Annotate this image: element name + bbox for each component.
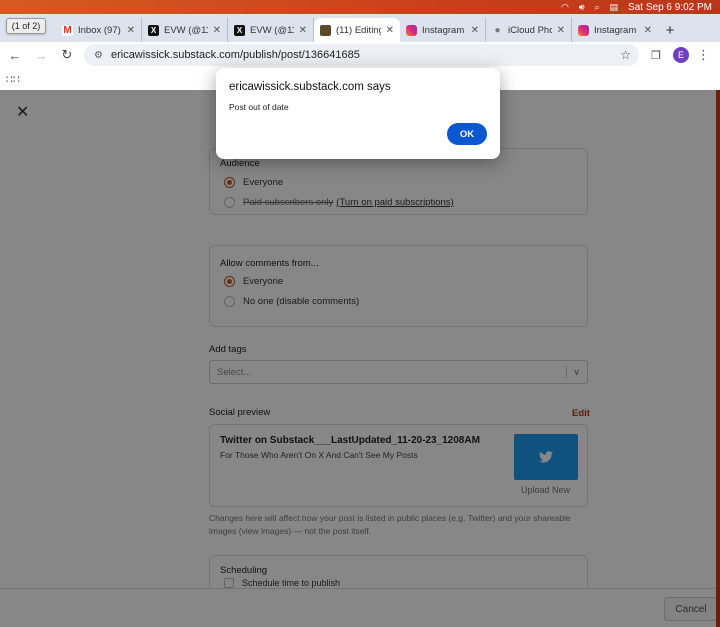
site-info-icon[interactable]: ⚙︎	[94, 50, 103, 61]
tab-counter-badge: (1 of 2)	[6, 18, 46, 34]
modal-overlay	[0, 90, 720, 627]
profile-avatar[interactable]: E	[673, 47, 689, 63]
close-tab-icon[interactable]: ✕	[471, 25, 479, 36]
browser-menu-icon[interactable]: ⋮	[697, 47, 710, 63]
close-tab-icon[interactable]: ✕	[644, 25, 652, 36]
dialog-message: Post out of date	[229, 102, 289, 112]
tab-title: iCloud Phot	[508, 24, 552, 36]
close-tab-icon[interactable]: ✕	[557, 25, 565, 36]
address-bar[interactable]: ⚙︎ ericawissick.substack.com/publish/pos…	[84, 44, 639, 66]
tab-icloud-photos[interactable]: ● iCloud Phot ✕	[486, 18, 572, 42]
volume-icon[interactable]: 🔊︎	[579, 2, 585, 13]
browser-toolbar: ← → ↻ ⚙︎ ericawissick.substack.com/publi…	[0, 42, 720, 68]
x-icon: X	[148, 24, 159, 36]
tab-title: EVW (@110	[164, 24, 208, 36]
apps-grid-icon[interactable]: ∷∷	[6, 73, 20, 86]
alert-dialog: ericawissick.substack.com says Post out …	[216, 68, 500, 159]
substack-icon	[320, 24, 331, 36]
close-tab-icon[interactable]: ✕	[213, 25, 221, 36]
menu-bar-clock[interactable]: Sat Sep 6 9:02 PM	[628, 2, 712, 13]
wifi-icon[interactable]: ◠	[561, 2, 569, 13]
tab-title: (11) Editing	[336, 24, 381, 36]
back-button[interactable]: ←	[6, 46, 24, 64]
tab-x-1[interactable]: X EVW (@110 ✕	[142, 18, 228, 42]
instagram-icon	[406, 24, 417, 36]
tab-title: Instagram	[422, 24, 465, 36]
search-icon[interactable]: ⌕	[594, 2, 599, 13]
close-tab-icon[interactable]: ✕	[299, 25, 307, 36]
control-center-icon[interactable]: ▤	[610, 2, 619, 13]
tab-title: EVW (@110	[250, 24, 294, 36]
x-icon: X	[234, 24, 245, 36]
google-lens-icon[interactable]: ❐	[647, 46, 665, 64]
tab-instagram-2[interactable]: Instagram ✕	[572, 18, 658, 42]
url-text: ericawissick.substack.com/publish/post/1…	[110, 49, 360, 61]
tab-title: Instagram	[594, 24, 637, 36]
dialog-title: ericawissick.substack.com says	[229, 81, 391, 93]
tab-title: Inbox (97) -	[78, 24, 122, 36]
new-tab-button[interactable]: +	[658, 18, 682, 42]
apple-icon: ●	[494, 24, 501, 36]
tab-strip: (1 of 2) M Inbox (97) - ✕ X EVW (@110 ✕ …	[0, 14, 720, 42]
reload-button[interactable]: ↻	[58, 46, 76, 64]
ok-button[interactable]: OK	[447, 123, 487, 145]
tab-instagram-1[interactable]: Instagram ✕	[400, 18, 486, 42]
tab-gmail[interactable]: M Inbox (97) - ✕	[56, 18, 142, 42]
gmail-icon: M	[62, 24, 73, 36]
instagram-icon	[578, 24, 589, 36]
close-tab-icon[interactable]: ✕	[127, 25, 135, 36]
macos-menu-bar: ◠ 🔊︎ ⌕ ▤ Sat Sep 6 9:02 PM	[0, 0, 720, 14]
tab-x-2[interactable]: X EVW (@110 ✕	[228, 18, 314, 42]
forward-button[interactable]: →	[32, 46, 50, 64]
bookmark-star-icon[interactable]: ☆	[620, 48, 631, 62]
tab-substack-editing[interactable]: (11) Editing ✕	[314, 18, 400, 42]
close-tab-icon[interactable]: ✕	[386, 25, 394, 36]
